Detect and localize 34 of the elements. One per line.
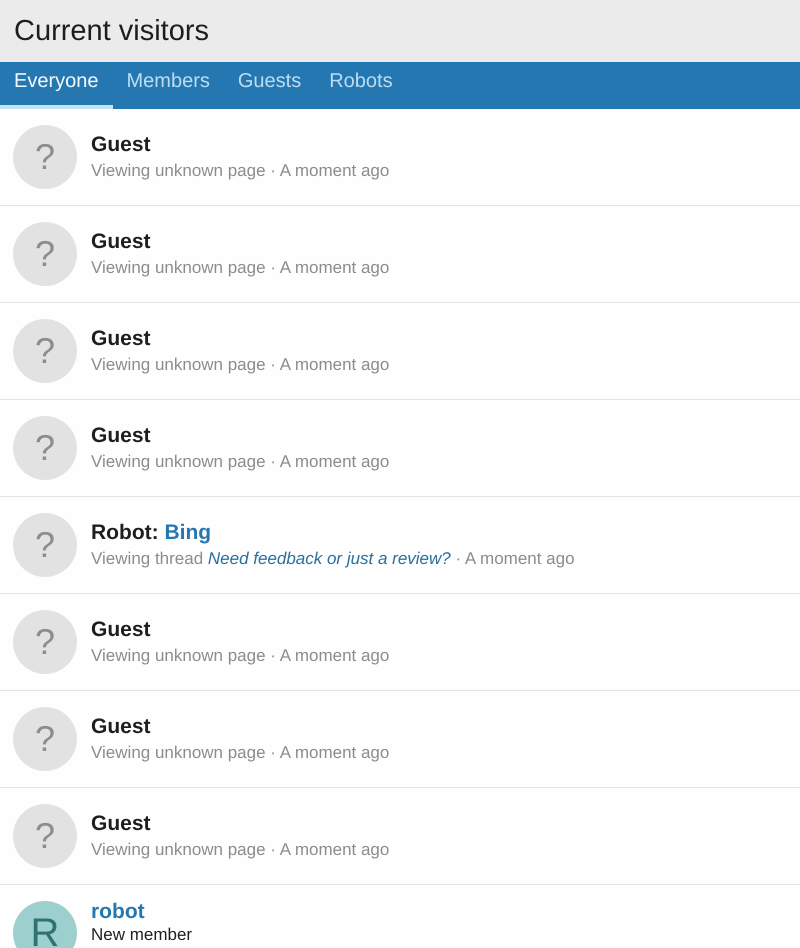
visitor-activity: Viewing unknown page · A moment ago: [91, 258, 390, 278]
avatar[interactable]: ?: [13, 222, 77, 286]
visitor-name: Guest: [91, 424, 152, 448]
avatar[interactable]: ?: [13, 416, 77, 480]
visitor-activity: Viewing unknown page · A moment ago: [91, 452, 390, 472]
avatar[interactable]: ?: [13, 804, 77, 868]
avatar[interactable]: ?: [13, 610, 77, 674]
tab[interactable]: Everyone: [0, 62, 112, 109]
visitor-name: Guest: [91, 133, 152, 157]
member-link[interactable]: robot: [91, 900, 192, 924]
tab[interactable]: Robots: [315, 62, 407, 109]
visitor-activity: Viewing thread Need feedback or just a review? · A moment ago: [91, 549, 575, 569]
tab[interactable]: Members: [112, 62, 224, 109]
visitor-name: Guest: [91, 327, 152, 351]
visitor-activity: Viewing unknown page · A moment ago: [91, 840, 390, 860]
avatar[interactable]: ?: [13, 319, 77, 383]
avatar[interactable]: ?: [13, 513, 77, 577]
visitor-activity: Viewing unknown page · A moment ago: [91, 161, 390, 181]
visitor-activity: Viewing unknown page · A moment ago: [91, 646, 390, 666]
visitor-name: Guest: [91, 618, 152, 642]
visitor-activity: Viewing unknown page · A moment ago: [91, 743, 390, 763]
thread-link[interactable]: Need feedback or just a review?: [208, 549, 451, 568]
visitor-name: Robot: Bing: [91, 521, 212, 545]
visitor-name: Guest: [91, 715, 152, 739]
avatar[interactable]: ?: [13, 707, 77, 771]
avatar[interactable]: R: [13, 901, 77, 948]
visitor-name: Guest: [91, 812, 152, 836]
tab[interactable]: Guests: [224, 62, 316, 109]
visitor-name: Guest: [91, 230, 152, 254]
bot-name-link[interactable]: Bing: [164, 521, 212, 544]
member-title: New member: [91, 926, 192, 943]
visitor-activity: Viewing unknown page · A moment ago: [91, 355, 390, 375]
page-title: Current visitors: [14, 14, 209, 48]
avatar[interactable]: ?: [13, 125, 77, 189]
